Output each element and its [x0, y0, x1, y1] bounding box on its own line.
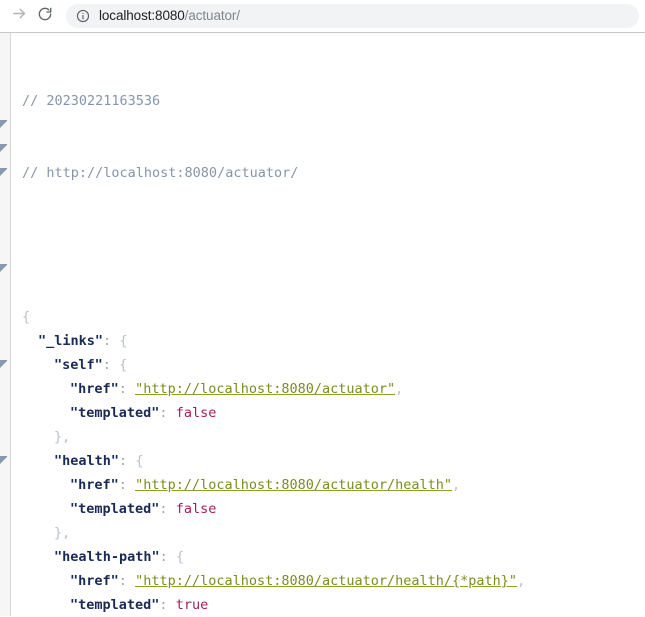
- json-boolean: false: [175, 501, 217, 517]
- comment-timestamp: // 20230221163536: [22, 93, 161, 109]
- fold-triangle-icon[interactable]: [0, 264, 7, 273]
- json-punctuation: [168, 597, 176, 613]
- reload-button[interactable]: [32, 3, 58, 29]
- json-key: "templated": [70, 405, 160, 421]
- code-line: "health": {: [12, 449, 645, 473]
- code-line: },: [12, 425, 645, 449]
- json-punctuation: :: [159, 597, 168, 613]
- url-path: /actuator/: [184, 8, 240, 23]
- json-punctuation: :: [103, 333, 112, 349]
- json-punctuation: :: [159, 405, 168, 421]
- fold-triangle-icon[interactable]: [0, 456, 7, 465]
- json-punctuation: ,: [452, 477, 461, 493]
- url-host: localhost:8080: [99, 8, 185, 23]
- json-body: {"_links": {"self": {"href": "http://loc…: [12, 305, 645, 617]
- code-line: "templated": false: [12, 497, 645, 521]
- json-link[interactable]: "http://localhost:8080/actuator/health/{…: [135, 573, 517, 589]
- json-link[interactable]: "http://localhost:8080/actuator/health": [135, 477, 452, 493]
- json-punctuation: ,: [62, 429, 71, 445]
- json-key: "_links": [38, 333, 104, 349]
- code-line: "health-path": {: [12, 545, 645, 569]
- json-punctuation: {: [175, 549, 185, 565]
- json-key: "health": [54, 453, 120, 469]
- reload-icon: [37, 6, 53, 27]
- json-key: "health-path": [54, 549, 160, 565]
- json-punctuation: [168, 405, 176, 421]
- comment-source-url: // http://localhost:8080/actuator/: [22, 165, 299, 181]
- json-link[interactable]: "http://localhost:8080/actuator": [135, 381, 395, 397]
- json-punctuation: :: [102, 357, 111, 373]
- json-punctuation: :: [159, 501, 168, 517]
- json-punctuation: ,: [517, 573, 526, 589]
- code-line: {: [12, 305, 645, 329]
- json-code: // 20230221163536 // http://localhost:80…: [12, 33, 645, 617]
- json-key: "templated": [70, 501, 160, 517]
- json-punctuation: :: [119, 453, 128, 469]
- fold-triangle-icon[interactable]: [0, 168, 7, 177]
- code-line: "href": "http://localhost:8080/actuator/…: [12, 473, 645, 497]
- json-key: "self": [54, 357, 103, 373]
- json-punctuation: [111, 357, 119, 373]
- code-line: "self": {: [12, 353, 645, 377]
- json-punctuation: }: [54, 429, 63, 445]
- json-punctuation: :: [118, 573, 127, 589]
- json-punctuation: [127, 477, 135, 493]
- json-punctuation: [127, 381, 135, 397]
- json-punctuation: :: [118, 477, 127, 493]
- code-line: "_links": {: [12, 329, 645, 353]
- code-line: "templated": false: [12, 401, 645, 425]
- json-punctuation: {: [135, 453, 144, 469]
- json-key: "href": [70, 573, 119, 589]
- code-line: },: [12, 521, 645, 545]
- json-boolean: true: [175, 597, 209, 613]
- json-key: "href": [70, 477, 119, 493]
- json-key: "href": [70, 381, 119, 397]
- json-punctuation: [168, 501, 176, 517]
- json-punctuation: }: [54, 525, 63, 541]
- json-punctuation: {: [22, 309, 31, 325]
- browser-toolbar: localhost:8080/actuator/: [0, 0, 645, 32]
- info-circle-icon[interactable]: [75, 8, 91, 24]
- code-line: "href": "http://localhost:8080/actuator/…: [12, 569, 645, 593]
- json-punctuation: :: [159, 549, 168, 565]
- fold-gutter: [0, 33, 11, 617]
- code-line: "href": "http://localhost:8080/actuator"…: [12, 377, 645, 401]
- address-bar-url: localhost:8080/actuator/: [99, 8, 240, 24]
- address-bar[interactable]: localhost:8080/actuator/: [66, 4, 639, 28]
- json-punctuation: ,: [62, 525, 71, 541]
- json-punctuation: :: [118, 381, 127, 397]
- json-punctuation: {: [119, 357, 128, 373]
- code-line: "templated": true: [12, 593, 645, 617]
- fold-triangle-icon[interactable]: [0, 120, 7, 129]
- json-punctuation: [168, 549, 176, 565]
- json-key: "templated": [70, 597, 160, 613]
- forward-button[interactable]: [6, 3, 32, 29]
- json-punctuation: ,: [395, 381, 404, 397]
- json-punctuation: {: [119, 333, 128, 349]
- json-boolean: false: [175, 405, 217, 421]
- json-viewer: // 20230221163536 // http://localhost:80…: [0, 33, 645, 617]
- arrow-right-icon: [11, 5, 28, 27]
- json-punctuation: [127, 573, 135, 589]
- fold-triangle-icon[interactable]: [0, 360, 7, 369]
- fold-triangle-icon[interactable]: [0, 144, 7, 153]
